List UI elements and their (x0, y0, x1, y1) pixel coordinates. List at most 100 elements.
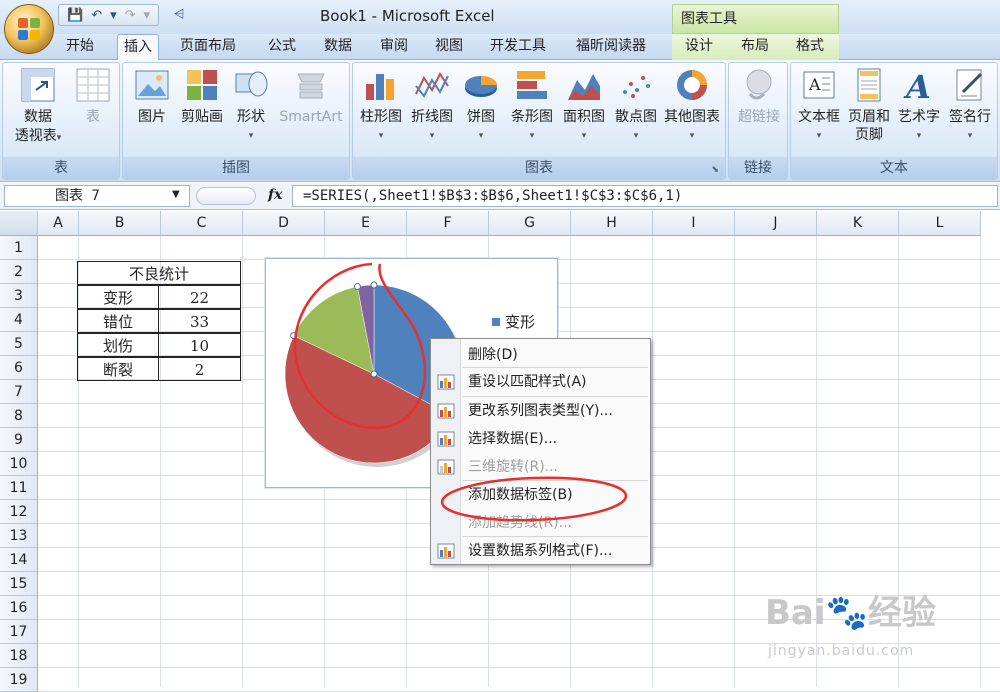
row-header[interactable]: 8 (0, 404, 38, 428)
tab-formulas[interactable]: 公式 (262, 34, 302, 60)
context-menu-item[interactable]: 更改系列图表类型(Y)... (431, 397, 650, 425)
tab-chart-layout[interactable]: 布局 (735, 34, 775, 60)
textbox-button[interactable]: A 文本框 ▾ (795, 66, 843, 146)
row-header[interactable]: 18 (0, 644, 38, 668)
picture-button[interactable]: 图片 (129, 66, 175, 127)
office-button[interactable] (4, 4, 54, 54)
formula-bar-splitter[interactable] (196, 187, 256, 205)
table-button[interactable]: 表 (69, 66, 117, 127)
table-label-cell[interactable]: 断裂 (77, 357, 159, 381)
context-menu-item[interactable]: 重设以匹配样式(A) (431, 368, 650, 396)
table-value-cell[interactable]: 33 (158, 309, 241, 333)
formula-input[interactable]: =SERIES(,Sheet1!$B$3:$B$6,Sheet1!$C$3:$C… (292, 185, 998, 207)
quick-access-toolbar: 💾 ↶ ▾ ↷ ▾ (58, 4, 160, 26)
column-header[interactable]: A (38, 211, 79, 236)
row-header[interactable]: 17 (0, 620, 38, 644)
clipart-button[interactable]: 剪贴画 (177, 66, 227, 127)
redo-dropdown-icon[interactable]: ▾ (142, 8, 153, 23)
row-header[interactable]: 7 (0, 380, 38, 404)
column-header[interactable]: C (161, 211, 243, 236)
table-header-cell[interactable]: 不良统计 (77, 261, 241, 285)
column-header[interactable]: D (243, 211, 325, 236)
column-header[interactable]: E (325, 211, 407, 236)
column-header[interactable]: G (489, 211, 571, 236)
other-charts-button[interactable]: 其他图表 ▾ (661, 66, 723, 146)
name-box-dropdown-icon[interactable]: ▼ (172, 189, 180, 200)
tab-home[interactable]: 开始 (60, 34, 100, 60)
wordart-button[interactable]: A 艺术字 ▾ (895, 66, 943, 146)
column-header[interactable]: I (653, 211, 735, 236)
tab-review[interactable]: 审阅 (374, 34, 414, 60)
table-value-cell[interactable]: 22 (158, 285, 241, 309)
select-all-corner[interactable] (0, 211, 38, 236)
row-header[interactable]: 14 (0, 548, 38, 572)
row-header[interactable]: 6 (0, 356, 38, 380)
column-header[interactable]: J (735, 211, 817, 236)
table-label-cell[interactable]: 错位 (77, 309, 159, 333)
row-header[interactable]: 4 (0, 308, 38, 332)
tab-view[interactable]: 视图 (429, 34, 469, 60)
pie-chart-button[interactable]: 饼图 ▾ (459, 66, 503, 146)
smartart-label: SmartArt (279, 109, 343, 125)
undo-icon[interactable]: ↶ (89, 8, 104, 23)
context-menu-item[interactable]: 设置数据系列格式(F)... (431, 537, 650, 565)
table-value-cell[interactable]: 10 (158, 333, 241, 357)
column-header[interactable]: H (571, 211, 653, 236)
context-menu-item[interactable]: 删除(D) (431, 341, 650, 369)
name-box[interactable]: 图表 7 (4, 185, 190, 207)
scatter-chart-button[interactable]: 散点图 ▾ (611, 66, 661, 146)
row-header[interactable]: 15 (0, 572, 38, 596)
area-chart-button[interactable]: 面积图 ▾ (559, 66, 609, 146)
chart-tools-title: 图表工具 (672, 4, 839, 34)
column-chart-button[interactable]: 柱形图 ▾ (357, 66, 405, 146)
table-label-cell[interactable]: 划伤 (77, 333, 159, 357)
row-header[interactable]: 9 (0, 428, 38, 452)
row-header[interactable]: 19 (0, 668, 38, 692)
table-label-cell[interactable]: 变形 (77, 285, 159, 309)
svg-text:A: A (808, 75, 821, 94)
row-header[interactable]: 5 (0, 332, 38, 356)
tab-chart-format[interactable]: 格式 (790, 34, 830, 60)
header-footer-button[interactable]: 页眉和 页脚 (845, 66, 893, 144)
row-header[interactable]: 3 (0, 284, 38, 308)
hyperlink-button[interactable]: 超链接 (733, 66, 785, 127)
column-header[interactable]: K (817, 211, 899, 236)
row-header[interactable]: 16 (0, 596, 38, 620)
row-header[interactable]: 13 (0, 524, 38, 548)
row-header[interactable]: 2 (0, 260, 38, 284)
dropdown-arrow-icon: ▾ (916, 131, 922, 141)
column-header[interactable]: F (407, 211, 489, 236)
column-header[interactable]: B (79, 211, 161, 236)
signature-button[interactable]: 签名行 ▾ (945, 66, 995, 146)
tab-insert[interactable]: 插入 (117, 34, 159, 61)
pivot-table-button[interactable]: 数据 透视表▾ (9, 66, 67, 148)
bar-chart-button[interactable]: 条形图 ▾ (507, 66, 557, 146)
legend-swatch (492, 318, 500, 326)
tab-page-layout[interactable]: 页面布局 (174, 34, 242, 60)
insert-function-icon[interactable]: fx (268, 187, 282, 203)
tab-chart-design[interactable]: 设计 (679, 34, 719, 60)
legend-label: 变形 (505, 313, 535, 331)
redo-icon[interactable]: ↷ (123, 8, 138, 23)
line-chart-button[interactable]: 折线图 ▾ (407, 66, 457, 146)
tab-data[interactable]: 数据 (318, 34, 358, 60)
row-header[interactable]: 11 (0, 476, 38, 500)
picture-label: 图片 (138, 109, 166, 125)
shapes-button[interactable]: 形状 ▾ (231, 66, 271, 146)
save-icon[interactable]: 💾 (65, 8, 85, 23)
tab-developer[interactable]: 开发工具 (484, 34, 552, 60)
row-header[interactable]: 10 (0, 452, 38, 476)
column-chart-label: 柱形图 (360, 109, 402, 125)
tab-foxit[interactable]: 福昕阅读器 (570, 34, 652, 60)
row-header[interactable]: 12 (0, 500, 38, 524)
column-header[interactable]: L (899, 211, 981, 236)
row-header[interactable]: 1 (0, 236, 38, 260)
dropdown-arrow-icon: ▾ (689, 131, 695, 141)
dialog-launcher-icon[interactable]: ⬊ (711, 165, 719, 175)
pie-chart-label: 饼图 (467, 109, 495, 125)
table-value-cell[interactable]: 2 (158, 357, 241, 381)
smartart-button[interactable]: SmartArt (275, 66, 347, 127)
undo-dropdown-icon[interactable]: ▾ (108, 8, 119, 23)
context-menu-item[interactable]: 选择数据(E)... (431, 425, 650, 453)
customize-qat-icon[interactable]: ⩤ (172, 7, 186, 22)
